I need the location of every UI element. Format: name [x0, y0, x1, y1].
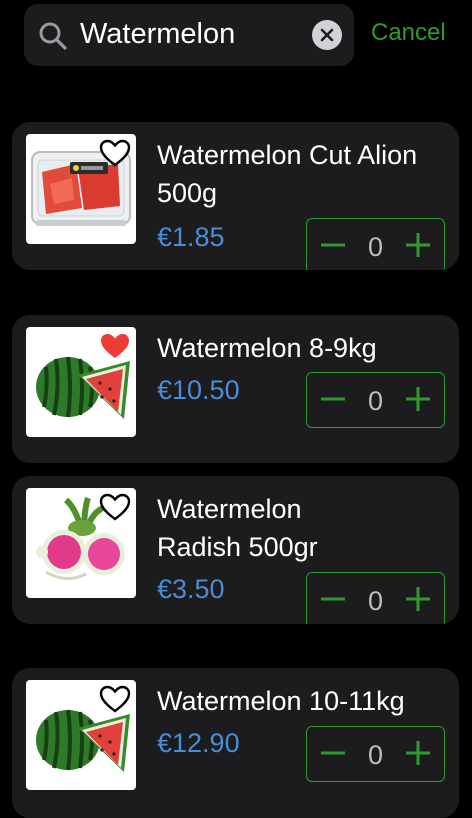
heart-filled-icon[interactable]	[98, 331, 132, 361]
product-price: €10.50	[157, 375, 240, 405]
quantity-value: 0	[367, 386, 384, 416]
decrease-button[interactable]	[313, 373, 353, 426]
product-name: Watermelon Radish 500gr	[157, 494, 318, 562]
search-bar[interactable]: Watermelon	[24, 4, 354, 66]
increase-button[interactable]	[398, 573, 438, 624]
increase-button[interactable]	[398, 219, 438, 270]
quantity-stepper[interactable]: 0	[306, 572, 445, 624]
decrease-button[interactable]	[313, 727, 353, 780]
quantity-value: 0	[367, 740, 384, 770]
product-name: Watermelon 8-9kg	[157, 333, 377, 363]
plus-icon	[406, 741, 430, 765]
decrease-button[interactable]	[313, 219, 353, 270]
product-price: €1.85	[157, 222, 225, 252]
minus-icon	[321, 751, 345, 755]
product-image	[26, 134, 136, 244]
product-card[interactable]: Watermelon 8-9kg €10.50 0	[12, 315, 459, 463]
heart-outline-icon[interactable]	[98, 492, 132, 522]
quantity-value: 0	[367, 232, 384, 262]
increase-button[interactable]	[398, 727, 438, 780]
product-price: €3.50	[157, 574, 225, 604]
quantity-stepper[interactable]: 0	[306, 218, 445, 270]
clear-search-button[interactable]	[312, 20, 342, 50]
plus-icon	[406, 387, 430, 411]
heart-outline-icon[interactable]	[98, 684, 132, 714]
heart-outline-icon[interactable]	[98, 138, 132, 168]
product-card[interactable]: Watermelon Radish 500gr €3.50 0	[12, 476, 459, 624]
product-image	[26, 680, 136, 790]
close-icon	[320, 28, 334, 42]
quantity-stepper[interactable]: 0	[306, 726, 445, 782]
minus-icon	[321, 397, 345, 401]
product-card[interactable]: Watermelon Cut Alion 500g €1.85 0	[12, 122, 459, 270]
increase-button[interactable]	[398, 373, 438, 426]
product-price: €12.90	[157, 728, 240, 758]
decrease-button[interactable]	[313, 573, 353, 624]
minus-icon	[321, 597, 345, 601]
product-name: Watermelon 10-11kg	[157, 686, 405, 716]
product-image	[26, 327, 136, 437]
quantity-value: 0	[367, 586, 384, 616]
minus-icon	[321, 243, 345, 247]
product-name: Watermelon Cut Alion 500g	[157, 140, 418, 208]
plus-icon	[406, 233, 430, 257]
quantity-stepper[interactable]: 0	[306, 372, 445, 428]
search-icon	[39, 22, 67, 50]
plus-icon	[406, 587, 430, 611]
cancel-button[interactable]: Cancel	[371, 19, 446, 47]
product-image	[26, 488, 136, 598]
product-card[interactable]: Watermelon 10-11kg €12.90 0	[12, 668, 459, 818]
search-input[interactable]: Watermelon	[80, 18, 235, 51]
